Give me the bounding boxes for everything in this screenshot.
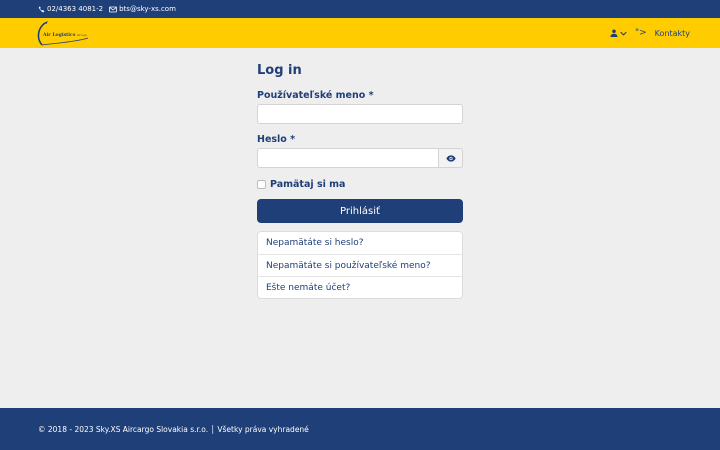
navbar-right: "> Kontakty bbox=[610, 18, 690, 48]
logo-wordmark: Air Logistics Group bbox=[43, 33, 87, 38]
help-links-list: Nepamätáte si heslo? Nepamätáte si použí… bbox=[257, 231, 463, 299]
login-button[interactable]: Prihlásiť bbox=[257, 199, 463, 223]
phone-number: 02/4363 4081-2 bbox=[47, 5, 104, 13]
top-contact-bar: 02/4363 4081-2 bts@sky-xs.com bbox=[0, 0, 720, 18]
forgot-username-link[interactable]: Nepamätáte si používateľské meno? bbox=[258, 254, 462, 276]
password-label: Heslo * bbox=[257, 134, 296, 145]
envelope-icon bbox=[109, 6, 118, 12]
phone-icon bbox=[38, 6, 45, 12]
email-contact[interactable]: bts@sky-xs.com bbox=[109, 5, 176, 13]
remember-me-checkbox[interactable] bbox=[257, 179, 266, 189]
show-password-button[interactable] bbox=[439, 148, 463, 168]
register-link[interactable]: Ešte nemáte účet? bbox=[258, 276, 462, 298]
password-input[interactable] bbox=[257, 148, 439, 168]
contacts-link[interactable]: Kontakty bbox=[655, 29, 690, 38]
chevron-down-icon bbox=[620, 31, 627, 36]
user-menu-toggle[interactable] bbox=[610, 29, 627, 37]
copyright-text: © 2018 - 2023 Sky.XS Aircargo Slovakia s… bbox=[38, 424, 309, 434]
forgot-password-link[interactable]: Nepamätáte si heslo? bbox=[258, 232, 462, 254]
username-input[interactable] bbox=[257, 104, 463, 124]
page-footer: © 2018 - 2023 Sky.XS Aircargo Slovakia s… bbox=[0, 408, 720, 450]
email-address: bts@sky-xs.com bbox=[119, 5, 176, 13]
login-form: Log in Používateľské meno * Heslo * Pamä… bbox=[257, 62, 463, 299]
page-title: Log in bbox=[257, 63, 302, 78]
stray-markup-text: "> bbox=[634, 28, 647, 38]
remember-me-label[interactable]: Pamätaj si ma bbox=[270, 179, 345, 190]
username-label: Používateľské meno * bbox=[257, 90, 374, 101]
remember-me-row: Pamätaj si ma bbox=[257, 178, 463, 190]
phone-contact[interactable]: 02/4363 4081-2 bbox=[38, 5, 103, 13]
company-logo[interactable]: Air Logistics Group bbox=[36, 20, 92, 46]
eye-icon bbox=[445, 154, 456, 162]
main-navbar: Air Logistics Group "> Kontakty bbox=[0, 18, 720, 48]
user-icon bbox=[610, 29, 618, 37]
password-group bbox=[257, 148, 463, 168]
